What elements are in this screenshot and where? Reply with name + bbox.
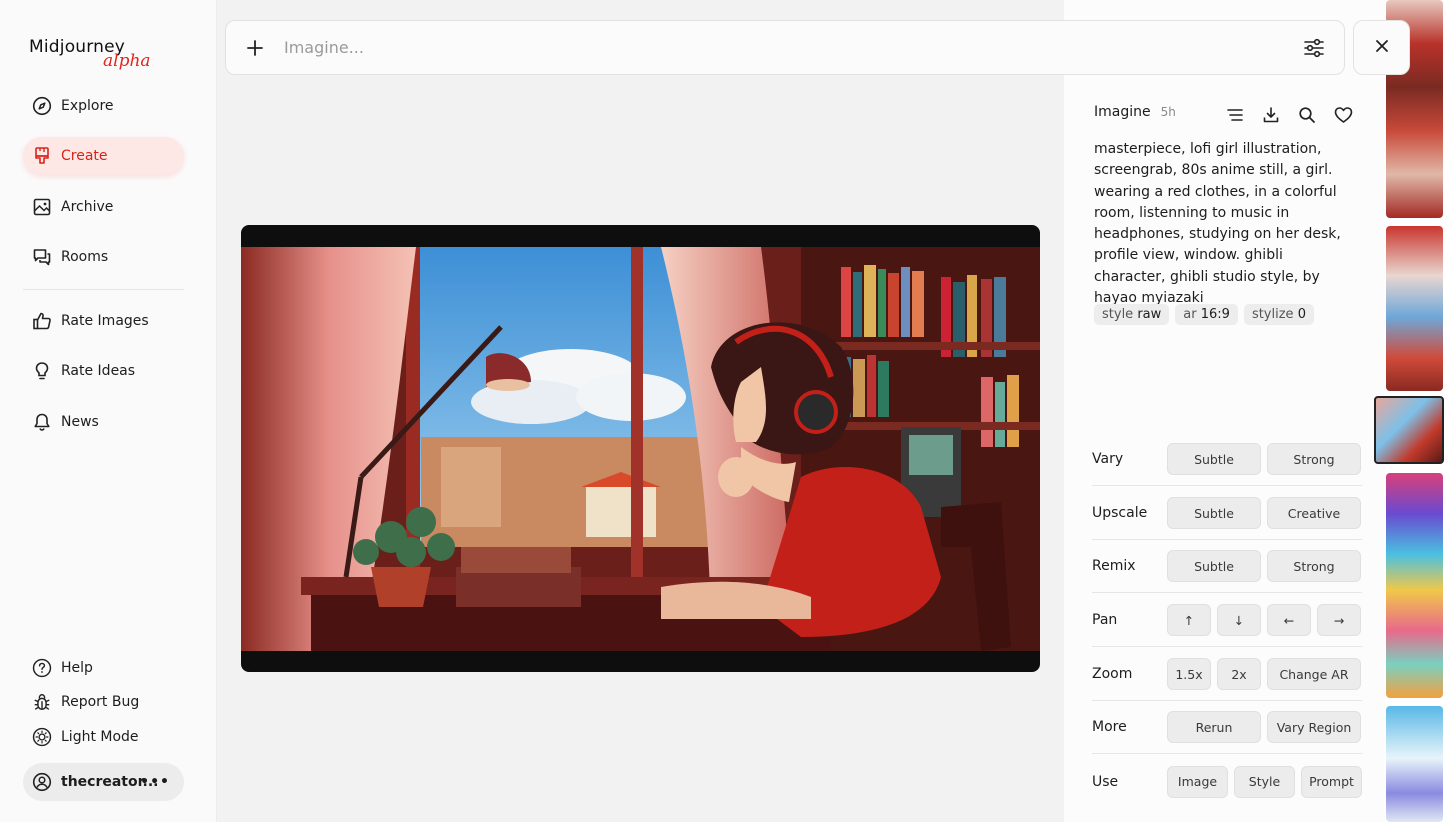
action-label: Pan xyxy=(1092,612,1118,628)
close-icon xyxy=(1374,38,1390,58)
logo[interactable]: Midjourney alpha xyxy=(29,37,151,71)
panel-header: Imagine 5h xyxy=(1094,104,1176,120)
image-artwork xyxy=(241,247,1040,651)
nav-label: Explore xyxy=(61,98,114,114)
nav-archive[interactable]: Archive xyxy=(23,188,184,226)
thumbnail-group[interactable] xyxy=(1386,473,1443,698)
timestamp: 5h xyxy=(1160,105,1176,119)
vary-region-button[interactable]: Vary Region xyxy=(1267,711,1361,743)
thumbnail-selected[interactable] xyxy=(1374,396,1444,464)
nav-rate-images[interactable]: Rate Images xyxy=(23,302,184,340)
vary-strong-button[interactable]: Strong xyxy=(1267,443,1361,475)
nav-label: Rate Images xyxy=(61,313,149,329)
action-row-zoom: Zoom 1.5x 2x Change AR xyxy=(1092,648,1362,701)
change-ar-button[interactable]: Change AR xyxy=(1267,658,1361,690)
sun-icon xyxy=(32,727,52,747)
action-label: Vary xyxy=(1092,451,1124,467)
lightbulb-icon xyxy=(32,361,52,381)
nav-help[interactable]: Help xyxy=(23,649,184,687)
nav-label: Rooms xyxy=(61,249,109,265)
rerun-button[interactable]: Rerun xyxy=(1167,711,1261,743)
bell-icon xyxy=(32,412,52,432)
use-style-button[interactable]: Style xyxy=(1234,765,1295,798)
generated-image[interactable] xyxy=(241,225,1040,672)
nav-label: Archive xyxy=(61,199,114,215)
action-label: Zoom xyxy=(1092,666,1133,682)
imagine-input[interactable] xyxy=(284,38,1284,57)
upscale-creative-button[interactable]: Creative xyxy=(1267,497,1361,529)
add-icon[interactable] xyxy=(226,39,284,57)
remix-strong-button[interactable]: Strong xyxy=(1267,550,1361,582)
bug-icon xyxy=(32,692,52,712)
tag-style: style raw xyxy=(1094,304,1170,325)
pan-left-button[interactable]: ← xyxy=(1267,604,1311,636)
pan-up-button[interactable]: ↑ xyxy=(1167,604,1211,636)
nav-label: Rate Ideas xyxy=(61,363,136,379)
upscale-subtle-button[interactable]: Subtle xyxy=(1167,497,1261,529)
action-label: Use xyxy=(1092,773,1119,790)
nav-explore[interactable]: Explore xyxy=(23,87,184,125)
thumbnail-group[interactable] xyxy=(1386,226,1443,391)
zoom-1-5x-button[interactable]: 1.5x xyxy=(1167,658,1211,690)
compass-icon xyxy=(32,96,52,116)
more-options-icon[interactable]: ••• xyxy=(140,774,170,790)
action-row-remix: Remix Subtle Strong xyxy=(1092,540,1362,593)
tag-ar: ar 16:9 xyxy=(1175,304,1238,325)
brush-icon xyxy=(32,146,52,166)
nav-rate-ideas[interactable]: Rate Ideas xyxy=(23,352,184,390)
sidebar-divider xyxy=(23,289,184,290)
sidebar: Midjourney alpha Explore Create Archive … xyxy=(0,0,217,822)
use-prompt-button[interactable]: Prompt xyxy=(1301,765,1362,798)
prompt-bar xyxy=(225,20,1345,75)
logo-badge: alpha xyxy=(103,51,151,71)
action-row-upscale: Upscale Subtle Creative xyxy=(1092,487,1362,540)
zoom-2x-button[interactable]: 2x xyxy=(1217,658,1261,690)
action-row-vary: Vary Subtle Strong xyxy=(1092,433,1362,486)
close-button[interactable] xyxy=(1353,20,1410,75)
prompt-text[interactable]: masterpiece, lofi girl illustration, scr… xyxy=(1094,139,1350,309)
nav-label: News xyxy=(61,414,99,430)
nav-report-bug[interactable]: Report Bug xyxy=(23,683,184,721)
nav-rooms[interactable]: Rooms xyxy=(23,238,184,276)
action-row-use: Use Image Style Prompt xyxy=(1092,755,1362,808)
nav-label: Help xyxy=(61,660,93,676)
nav-create[interactable]: Create xyxy=(23,137,184,175)
nav-light-mode[interactable]: Light Mode xyxy=(23,718,184,756)
help-icon xyxy=(32,658,52,678)
use-image-button[interactable]: Image xyxy=(1167,765,1228,798)
image-icon xyxy=(32,197,52,217)
panel-toolbar xyxy=(1224,104,1354,126)
pan-down-button[interactable]: ↓ xyxy=(1217,604,1261,636)
action-label: More xyxy=(1092,719,1127,735)
detail-panel: Imagine 5h masterpiece, lofi girl illust… xyxy=(1064,0,1385,822)
remix-subtle-button[interactable]: Subtle xyxy=(1167,550,1261,582)
user-avatar-icon xyxy=(32,772,52,792)
thumbnail-strip xyxy=(1374,0,1456,822)
panel-title: Imagine xyxy=(1094,104,1151,120)
download-icon[interactable] xyxy=(1260,104,1282,126)
user-menu[interactable]: thecreator... ••• xyxy=(23,763,184,801)
action-row-pan: Pan ↑ ↓ ← → xyxy=(1092,594,1362,647)
action-label: Upscale xyxy=(1092,505,1148,521)
action-row-more: More Rerun Vary Region xyxy=(1092,701,1362,754)
nav-news[interactable]: News xyxy=(23,403,184,441)
list-icon[interactable] xyxy=(1224,104,1246,126)
tag-stylize: stylize 0 xyxy=(1243,304,1314,325)
vary-subtle-button[interactable]: Subtle xyxy=(1167,443,1261,475)
chat-icon xyxy=(32,247,52,267)
nav-label: Light Mode xyxy=(61,729,139,745)
search-icon[interactable] xyxy=(1296,104,1318,126)
thumbs-up-icon xyxy=(32,311,52,331)
parameter-tags: style raw ar 16:9 stylize 0 xyxy=(1094,304,1314,325)
nav-label: Report Bug xyxy=(61,694,140,710)
settings-sliders-icon[interactable] xyxy=(1284,37,1344,59)
heart-icon[interactable] xyxy=(1332,104,1354,126)
nav-label: Create xyxy=(61,148,108,164)
action-label: Remix xyxy=(1092,558,1136,574)
thumbnail-group[interactable] xyxy=(1386,706,1443,822)
pan-right-button[interactable]: → xyxy=(1317,604,1361,636)
